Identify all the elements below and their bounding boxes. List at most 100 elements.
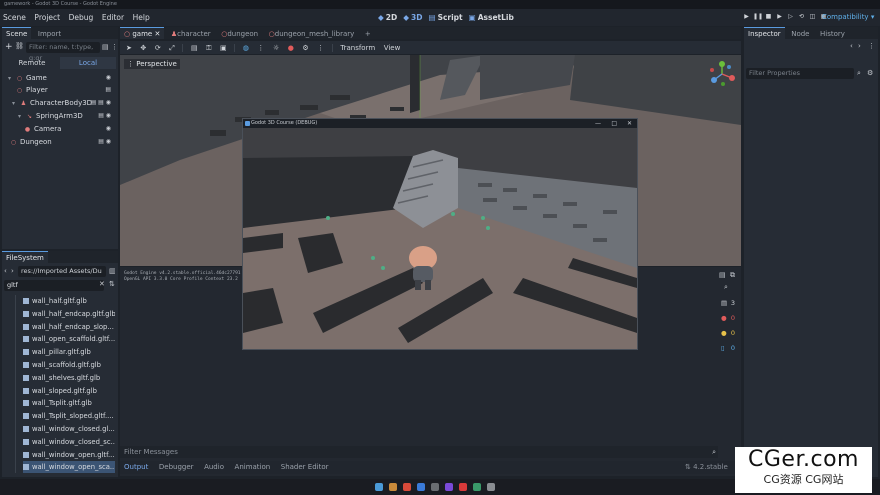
menu-icon[interactable]: ⋮: [111, 43, 118, 51]
view-gizmo[interactable]: [709, 61, 735, 87]
view-menu[interactable]: View: [381, 43, 404, 53]
script-icon[interactable]: ▤: [105, 84, 111, 96]
files-icon[interactable]: [389, 483, 397, 491]
file-item[interactable]: wall_half.gltf.glb: [23, 295, 115, 307]
play-icon[interactable]: ▶: [742, 11, 751, 22]
menu-debug[interactable]: Debug: [66, 9, 97, 26]
settings-icon[interactable]: [487, 483, 495, 491]
search-icon[interactable]: ⌕: [724, 283, 728, 292]
select-tool-icon[interactable]: ➤: [123, 43, 135, 53]
tree-node-dungeon[interactable]: ○ Dungeon ▤ ◉: [10, 136, 114, 148]
tree-node-camera[interactable]: ● Camera ◉: [24, 123, 114, 135]
move-tool-icon[interactable]: ✥: [137, 43, 149, 53]
tab-output[interactable]: Output: [120, 461, 152, 473]
browser-icon[interactable]: [403, 483, 411, 491]
media-icon[interactable]: [459, 483, 467, 491]
history-back-icon[interactable]: ‹: [850, 42, 853, 50]
tab-node[interactable]: Node: [787, 28, 813, 40]
minimize-icon[interactable]: —: [595, 119, 601, 128]
filter-icon[interactable]: ▤: [102, 43, 109, 51]
snap-icon[interactable]: ⋮: [254, 43, 267, 53]
add-scene-tab-icon[interactable]: +: [361, 28, 375, 40]
tree-node-game[interactable]: ▾ ○ Game ◉: [6, 72, 114, 84]
file-item[interactable]: wall_window_open.gltf....: [23, 449, 115, 461]
list-select-icon[interactable]: ▤: [188, 43, 201, 53]
tab-import[interactable]: Import: [34, 28, 65, 40]
file-item[interactable]: wall_window_closed_sc...: [23, 436, 115, 448]
tab-animation[interactable]: Animation: [231, 461, 275, 473]
filter-messages-input[interactable]: Filter Messages ⌕: [120, 446, 718, 458]
scene-tab-dungeon-mesh-library[interactable]: ○dungeon_mesh_library: [265, 28, 359, 40]
file-item[interactable]: wall_half_endcap.gltf.glb: [23, 308, 115, 320]
visibility-icon[interactable]: ▤ ◉: [98, 110, 111, 122]
tree-node-characterbody3d[interactable]: ▾ ♟ CharacterBody3D ▤ ▤ ◉: [10, 97, 114, 109]
terminal-icon[interactable]: [431, 483, 439, 491]
link-icon[interactable]: ⛓: [15, 42, 24, 50]
scene-tab-dungeon[interactable]: ○dungeon: [217, 28, 262, 40]
godot-taskbar-icon[interactable]: [417, 483, 425, 491]
main-screen-3d[interactable]: ◆ 3D: [403, 13, 422, 22]
perspective-button[interactable]: ⋮ Perspective: [124, 59, 180, 69]
remote-debug-icon[interactable]: ⟲: [797, 11, 806, 22]
close-icon[interactable]: ✕: [627, 119, 632, 128]
main-screen-2d[interactable]: ◆ 2D: [378, 13, 397, 22]
tree-node-springarm3d[interactable]: ▾ ↘ SpringArm3D ▤ ◉: [16, 110, 114, 122]
local-space-icon[interactable]: ◍: [240, 43, 252, 53]
play-scene-icon[interactable]: ▶: [775, 11, 784, 22]
sun-icon[interactable]: ☼: [270, 43, 282, 53]
message-count-badge[interactable]: ▯ 0: [719, 342, 737, 354]
tab-shader-editor[interactable]: Shader Editor: [277, 461, 333, 473]
remote-button[interactable]: Remote: [4, 57, 60, 69]
game-debug-window[interactable]: Godot 3D Course (DEBUG) — □ ✕: [242, 118, 638, 350]
renderer-selector[interactable]: Compatibility ▾: [822, 11, 874, 23]
tab-scene[interactable]: Scene: [2, 27, 32, 39]
add-node-icon[interactable]: +: [5, 42, 13, 52]
start-icon[interactable]: [375, 483, 383, 491]
movie-icon[interactable]: ◫: [808, 11, 817, 22]
warning-count-badge[interactable]: ● 0: [719, 327, 737, 339]
tab-audio[interactable]: Audio: [200, 461, 228, 473]
filesystem-search-input[interactable]: gltf: [4, 280, 104, 291]
chat-icon[interactable]: [445, 483, 453, 491]
file-item[interactable]: wall_Tsplit_sloped.gltf....: [23, 410, 115, 422]
settings-icon[interactable]: ⚙: [867, 69, 873, 77]
copy-icon[interactable]: ⧉: [730, 271, 735, 280]
tab-filesystem[interactable]: FileSystem: [2, 251, 48, 263]
local-button[interactable]: Local: [60, 57, 116, 69]
scene-tab-character[interactable]: ♟character: [167, 28, 215, 40]
menu-help[interactable]: Help: [130, 9, 153, 26]
error-count-badge[interactable]: ● 0: [719, 312, 737, 324]
file-item[interactable]: wall_window_open_sca...: [23, 461, 115, 474]
play-custom-icon[interactable]: ▷: [786, 11, 795, 22]
maximize-icon[interactable]: □: [611, 119, 617, 128]
settings-icon[interactable]: ⚙: [299, 43, 311, 53]
lock-icon[interactable]: ⚿: [203, 43, 214, 53]
history-forward-icon[interactable]: ›: [858, 42, 861, 50]
close-icon[interactable]: ✕: [154, 30, 160, 38]
tree-node-player[interactable]: ○ Player ▤: [16, 84, 114, 96]
tab-history[interactable]: History: [816, 28, 849, 40]
tab-debugger[interactable]: Debugger: [155, 461, 198, 473]
transform-menu[interactable]: Transform: [337, 43, 378, 53]
visibility-icon[interactable]: ▤ ▤ ◉: [91, 97, 111, 109]
visibility-icon[interactable]: ▤ ◉: [98, 136, 111, 148]
menu-icon[interactable]: ⋮: [868, 42, 875, 50]
stop-icon[interactable]: ■: [764, 11, 773, 22]
scale-tool-icon[interactable]: ⤢: [166, 43, 178, 53]
visibility-icon[interactable]: ◉: [106, 123, 111, 135]
file-item[interactable]: wall_scaffold.gltf.glb: [23, 359, 115, 371]
more-icon[interactable]: ⋮: [314, 43, 327, 53]
file-item[interactable]: wall_sloped.gltf.glb: [23, 385, 115, 397]
split-view-icon[interactable]: ▥: [109, 267, 116, 275]
menu-editor[interactable]: Editor: [99, 9, 127, 26]
tab-inspector[interactable]: Inspector: [744, 27, 785, 39]
file-item[interactable]: wall_window_closed.gl...: [23, 423, 115, 435]
menu-project[interactable]: Project: [31, 9, 63, 26]
menu-scene[interactable]: Scene: [0, 9, 29, 26]
file-item[interactable]: wall_Tsplit.gltf.glb: [23, 397, 115, 409]
forward-icon[interactable]: ›: [11, 267, 14, 275]
visibility-icon[interactable]: ◉: [106, 72, 111, 84]
file-item[interactable]: wall_half_endcap_slop...: [23, 321, 115, 333]
pause-icon[interactable]: ❚❚: [753, 11, 763, 22]
editor-icon[interactable]: [473, 483, 481, 491]
